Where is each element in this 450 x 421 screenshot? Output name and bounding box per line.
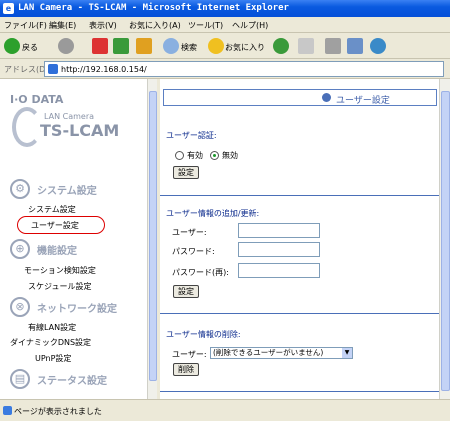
print-icon[interactable] xyxy=(325,38,341,54)
refresh-icon[interactable] xyxy=(113,38,129,54)
auth-enable-radio[interactable] xyxy=(175,151,184,160)
brand-logo: I·O DATA xyxy=(10,93,64,106)
address-input[interactable]: http://192.168.0.154/ xyxy=(44,61,444,77)
favorites-star-icon[interactable] xyxy=(208,38,224,54)
password-confirm-label: パスワード(再): xyxy=(172,268,229,277)
address-bar: アドレス(D) http://192.168.0.154/ xyxy=(0,59,450,79)
menu-help[interactable]: ヘルプ(H) xyxy=(232,20,268,31)
sidebar-item-user-settings[interactable]: ユーザー設定 xyxy=(31,220,79,231)
address-url[interactable]: http://192.168.0.154/ xyxy=(61,65,147,74)
gear-icon: ⚙ xyxy=(10,179,30,199)
main-frame: ユーザー設定 ユーザー認証: 有効 無効 設定 ユーザー情報の追加/更新: ユー… xyxy=(160,79,439,399)
section-title: 機能設定 xyxy=(37,246,77,257)
chevron-down-icon[interactable]: ▼ xyxy=(342,348,352,358)
status-icon: ▤ xyxy=(10,369,30,389)
product-name: TS-LCAM xyxy=(40,121,120,140)
search-icon[interactable] xyxy=(163,38,179,54)
mail-icon[interactable] xyxy=(298,38,314,54)
auth-enable-label: 有効 xyxy=(187,151,203,160)
network-icon: ⊗ xyxy=(10,297,30,317)
logo-arc xyxy=(12,107,42,147)
page-title: ユーザー設定 xyxy=(336,96,390,106)
delete-heading: ユーザー情報の削除: xyxy=(166,330,241,339)
product-subtitle: LAN Camera xyxy=(44,112,95,121)
user-input[interactable] xyxy=(238,223,320,238)
page-status-icon xyxy=(3,406,12,415)
menu-bar: ファイル(F) 編集(E) 表示(V) お気に入り(A) ツール(T) ヘルプ(… xyxy=(0,17,450,33)
sidebar-item-wired-lan[interactable]: 有線LAN設定 xyxy=(28,322,76,333)
back-arrow-icon[interactable] xyxy=(4,38,20,54)
function-icon: ⊕ xyxy=(10,239,30,259)
delete-user-select[interactable]: (削除できるユーザーがいません) ▼ xyxy=(210,347,353,359)
menu-favorites[interactable]: お気に入り(A) xyxy=(129,20,181,31)
menu-edit[interactable]: 編集(E) xyxy=(49,20,76,31)
password-input[interactable] xyxy=(238,242,320,257)
status-text: ページが表示されました xyxy=(14,407,102,416)
edit-icon[interactable] xyxy=(347,38,363,54)
messenger-icon[interactable] xyxy=(370,38,386,54)
header-bullet-icon xyxy=(322,93,331,102)
delete-button[interactable]: 削除 xyxy=(173,363,199,376)
sidebar-scroll-thumb[interactable] xyxy=(149,91,157,381)
address-label: アドレス(D) xyxy=(4,65,49,74)
window-title: LAN Camera - TS-LCAM - Microsoft Interne… xyxy=(18,3,289,13)
home-icon[interactable] xyxy=(136,38,152,54)
page-header: ユーザー設定 xyxy=(163,89,437,106)
history-icon[interactable] xyxy=(273,38,289,54)
section-title: ステータス設定 xyxy=(37,376,107,387)
page-icon xyxy=(48,64,58,74)
search-button[interactable]: 検索 xyxy=(181,42,197,53)
status-bar: ページが表示されました xyxy=(0,399,450,421)
stop-icon[interactable] xyxy=(92,38,108,54)
section-title: ネットワーク設定 xyxy=(37,304,117,315)
ie-icon: e xyxy=(3,3,14,14)
auth-disable-radio[interactable] xyxy=(210,151,219,160)
menu-view[interactable]: 表示(V) xyxy=(89,20,117,31)
main-scrollbar[interactable] xyxy=(439,79,450,399)
forward-arrow-icon[interactable] xyxy=(58,38,74,54)
toolbar: 戻る 検索 お気に入り xyxy=(0,33,450,59)
section-title: システム設定 xyxy=(37,186,97,197)
menu-tools[interactable]: ツール(T) xyxy=(188,20,223,31)
section-divider xyxy=(160,195,439,196)
auth-set-button[interactable]: 設定 xyxy=(173,166,199,179)
password-confirm-input[interactable] xyxy=(238,263,320,278)
sidebar-item-dynamic-dns[interactable]: ダイナミックDNS設定 xyxy=(10,337,91,348)
main-scroll-thumb[interactable] xyxy=(441,91,450,391)
auth-disable-label: 無効 xyxy=(222,151,238,160)
section-divider xyxy=(160,313,439,314)
menu-file[interactable]: ファイル(F) xyxy=(4,20,47,31)
add-set-button[interactable]: 設定 xyxy=(173,285,199,298)
section-divider xyxy=(160,391,439,392)
sidebar-frame: I·O DATA LAN Camera TS-LCAM ⚙ システム設定 システ… xyxy=(0,79,147,399)
sidebar-scrollbar[interactable] xyxy=(147,79,157,399)
window-titlebar: e LAN Camera - TS-LCAM - Microsoft Inter… xyxy=(0,0,450,17)
sidebar-item-upnp[interactable]: UPnP設定 xyxy=(35,353,71,364)
auth-heading: ユーザー認証: xyxy=(166,131,217,140)
sidebar-item-system-settings[interactable]: システム設定 xyxy=(28,204,76,215)
sidebar-item-schedule[interactable]: スケジュール設定 xyxy=(28,281,91,292)
add-heading: ユーザー情報の追加/更新: xyxy=(166,209,260,218)
delete-user-select-value: (削除できるユーザーがいません) xyxy=(213,348,324,357)
back-button[interactable]: 戻る xyxy=(22,42,38,53)
delete-user-label: ユーザー: xyxy=(172,350,207,359)
password-label: パスワード: xyxy=(172,247,215,256)
sidebar-item-motion-detection[interactable]: モーション検知設定 xyxy=(24,265,96,276)
favorites-button[interactable]: お気に入り xyxy=(225,42,265,53)
user-label: ユーザー: xyxy=(172,228,207,237)
